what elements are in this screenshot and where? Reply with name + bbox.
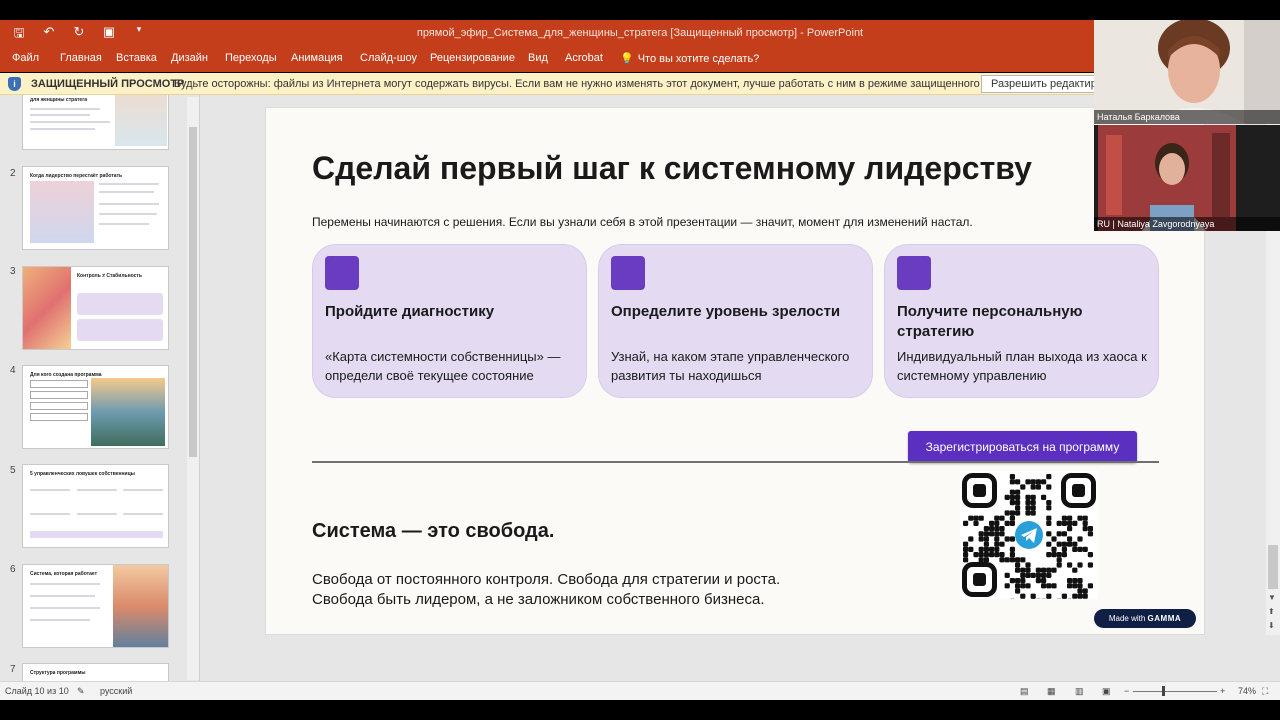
zoom-in-icon[interactable]: + xyxy=(1220,686,1225,696)
slideshow-view-icon[interactable]: ▣ xyxy=(1102,686,1111,697)
enable-editing-button[interactable]: Разрешить редактирование xyxy=(981,75,1111,93)
tab-file[interactable]: Файл xyxy=(12,52,39,64)
status-bar: Слайд 10 из 10 ✎ русский ▤ ▦ ▥ ▣ − + 74%… xyxy=(0,681,1280,700)
card-description: Узнай, на каком этапе управленческого ра… xyxy=(611,349,850,383)
thumbnail-number: 3 xyxy=(10,266,16,277)
protected-view-bar: i ЗАЩИЩЕННЫЙ ПРОСМОТР Будьте осторожны: … xyxy=(0,73,1280,95)
title-bar: 🖫 ↶ ↻ ▣ ▾ прямой_эфир_Система_для_женщин… xyxy=(0,20,1280,46)
participant-video xyxy=(1094,125,1280,231)
made-with-gamma-badge[interactable]: Made with GAMMA xyxy=(1094,609,1196,628)
tab-transitions[interactable]: Переходы xyxy=(225,52,277,64)
tab-review[interactable]: Рецензирование xyxy=(430,52,515,64)
ribbon-tabs: Файл Главная Вставка Дизайн Переходы Ани… xyxy=(0,46,1280,72)
thumbnail-number: 7 xyxy=(10,664,16,675)
paragraph-line: Свобода от постоянного контроля. Свобода… xyxy=(312,571,781,588)
lightbulb-icon: 💡 xyxy=(620,53,634,65)
fit-slide-icon[interactable]: ⛶ xyxy=(1262,686,1268,697)
spellcheck-icon[interactable]: ✎ xyxy=(77,686,85,697)
card-title: Определите уровень зрелости xyxy=(611,303,841,320)
paragraph-line: Свобода быть лидером, а не заложником со… xyxy=(312,591,765,608)
zoom-slider[interactable] xyxy=(1133,691,1217,692)
language-indicator[interactable]: русский xyxy=(100,686,132,696)
next-slide-icon[interactable]: ⬇ xyxy=(1268,621,1275,630)
slide-sorter-icon[interactable]: ▦ xyxy=(1047,686,1056,697)
thumbnail-number: 6 xyxy=(10,564,16,575)
protected-view-message: Будьте осторожны: файлы из Интернета мог… xyxy=(174,78,1041,90)
tab-slideshow[interactable]: Слайд-шоу xyxy=(360,52,417,64)
tell-me-box[interactable]: 💡 Что вы хотите сделать? xyxy=(620,52,760,66)
normal-view-icon[interactable]: ▤ xyxy=(1020,686,1029,697)
telegram-icon xyxy=(1015,521,1043,549)
zoom-slider-thumb[interactable] xyxy=(1162,686,1165,696)
video-tile: Наталья Баркалова xyxy=(1094,20,1280,124)
slide-thumbnail[interactable]: Когда лидерство перестаёт работать xyxy=(22,166,169,250)
tab-view[interactable]: Вид xyxy=(528,52,548,64)
qr-code xyxy=(960,471,1098,599)
participant-name: RU | Nataliya Zavgorodnyaya xyxy=(1094,217,1280,231)
card-square-icon xyxy=(325,256,359,290)
register-button[interactable]: Зарегистрироваться на программу xyxy=(908,431,1137,463)
step-card: Пройдите диагностику «Карта системности … xyxy=(312,244,587,398)
tab-insert[interactable]: Вставка xyxy=(116,52,157,64)
zoom-out-icon[interactable]: − xyxy=(1124,686,1129,696)
thumbnail-number: 4 xyxy=(10,365,16,376)
card-title: Пройдите диагностику xyxy=(325,303,495,320)
slide-title: Сделай первый шаг к системному лидерству xyxy=(312,150,1032,186)
slide-thumbnail[interactable]: для женщины стратега xyxy=(22,95,169,150)
participant-video xyxy=(1094,20,1280,124)
gamma-logo: GAMMA xyxy=(1147,614,1182,623)
slide-thumbnail-pane: для женщины стратега 2 Когда лидерство п… xyxy=(0,95,200,681)
slide-subtitle: Перемены начинаются с решения. Если вы у… xyxy=(312,215,973,229)
section-paragraph: Свобода от постоянного контроля. Свобода… xyxy=(312,570,780,610)
tab-animations[interactable]: Анимация xyxy=(291,52,343,64)
divider xyxy=(312,461,1159,463)
step-card: Получите персональную стратегию Индивиду… xyxy=(884,244,1159,398)
previous-slide-icon[interactable]: ⬆ xyxy=(1268,607,1275,616)
tell-me-label: Что вы хотите сделать? xyxy=(637,52,760,65)
tab-home[interactable]: Главная xyxy=(60,52,102,64)
shield-icon: i xyxy=(8,77,21,91)
slide-counter: Слайд 10 из 10 xyxy=(5,686,69,696)
card-square-icon xyxy=(611,256,645,290)
slide-thumbnail[interactable]: 5 управленческих ловушек собственницы xyxy=(22,464,169,548)
slide-thumbnail[interactable]: Для кого создана программа xyxy=(22,365,169,449)
slide-thumbnail[interactable]: Контроль ≠ Стабильность xyxy=(22,266,169,350)
scrollbar-thumb[interactable] xyxy=(1268,545,1278,589)
card-title: Получите персональную стратегию xyxy=(897,303,1083,340)
card-description: «Карта системности собственницы» — опред… xyxy=(325,349,561,383)
thumbnail-number: 5 xyxy=(10,465,16,476)
card-square-icon xyxy=(897,256,931,290)
zoom-level[interactable]: 74% xyxy=(1238,686,1256,696)
video-tile: RU | Nataliya Zavgorodnyaya xyxy=(1094,125,1280,231)
reading-view-icon[interactable]: ▥ xyxy=(1075,686,1084,697)
window-title: прямой_эфир_Система_для_женщины_стратега… xyxy=(416,27,864,39)
thumbnail-number: 2 xyxy=(10,168,16,179)
slide-canvas: Сделай первый шаг к системному лидерству… xyxy=(265,107,1205,635)
thumbnail-scrollbar[interactable] xyxy=(187,97,199,680)
tab-design[interactable]: Дизайн xyxy=(171,52,208,64)
protected-view-title: ЗАЩИЩЕННЫЙ ПРОСМОТР xyxy=(31,78,185,90)
slide-thumbnail[interactable]: Структура программы xyxy=(22,663,169,681)
scroll-down-icon[interactable]: ▼ xyxy=(1268,593,1276,602)
slide-thumbnail[interactable]: Система, которая работает xyxy=(22,564,169,648)
section-heading: Система — это свобода. xyxy=(312,520,555,542)
tab-acrobat[interactable]: Acrobat xyxy=(565,52,603,64)
screen: 🖫 ↶ ↻ ▣ ▾ прямой_эфир_Система_для_женщин… xyxy=(0,0,1280,720)
scrollbar-thumb[interactable] xyxy=(189,127,197,457)
participant-name: Наталья Баркалова xyxy=(1094,110,1280,124)
card-description: Индивидуальный план выхода из хаоса к си… xyxy=(897,349,1147,383)
step-card: Определите уровень зрелости Узнай, на ка… xyxy=(598,244,873,398)
